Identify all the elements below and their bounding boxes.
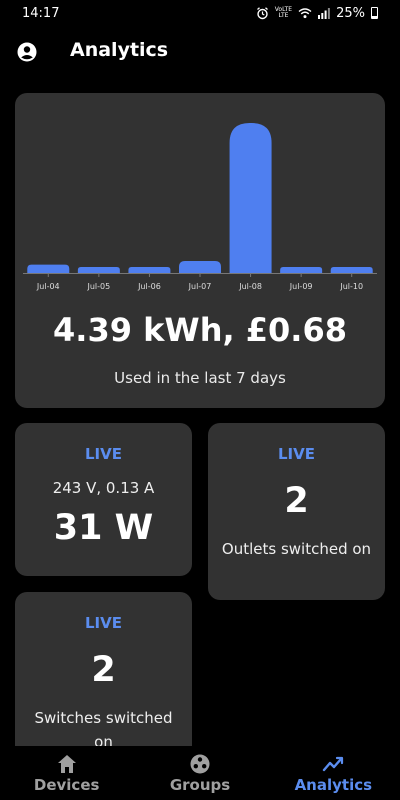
nav-analytics[interactable]: Analytics [267,746,400,800]
page-title: Analytics [70,39,169,61]
trend-icon [323,756,344,772]
status-icons: VoLTE LTE 25% [256,6,378,21]
outlets-count: 2 [284,481,309,521]
home-icon [57,755,76,773]
chart-bar-jul-08 [229,123,272,273]
lte-label: LTE [278,12,289,19]
wifi-icon [298,8,312,19]
voltage-current: 243 V, 0.13 A [52,479,155,497]
groups-icon [190,754,210,774]
status-bar: 14:17 VoLTE LTE 25% [0,0,400,26]
chart-bar-jul-04 [27,264,70,273]
live-badge: LIVE [85,445,122,463]
chart-tick-label: Jul-04 [36,282,60,291]
live-power-card: LIVE 243 V, 0.13 A 31 W [15,423,192,576]
usage-chart-card: Jul-04 Jul-05 Jul-06 Jul-07 Jul-08 Jul-09 Jul-… [15,93,385,408]
chart-bar-jul-09 [280,267,323,273]
nav-groups[interactable]: Groups [133,746,266,800]
chart-bar-jul-10 [330,267,373,273]
bottom-nav: Devices Groups Analytics [0,746,400,800]
chart-bar-jul-05 [77,267,120,273]
chart-tick-label: Jul-07 [188,282,212,291]
nav-analytics-label: Analytics [294,776,373,794]
live-badge: LIVE [278,445,315,463]
switches-count: 2 [91,650,116,690]
chart-tick-label: Jul-09 [289,282,313,291]
nav-groups-label: Groups [169,776,231,794]
alarm-icon [256,6,268,19]
battery-percent: 25% [336,5,365,21]
live-badge: LIVE [85,614,122,632]
signal-icon [318,8,330,19]
nav-devices-label: Devices [33,776,100,794]
chart-tick-label: Jul-10 [339,282,363,291]
battery-icon [371,7,378,19]
usage-subtitle: Used in the last 7 days [114,369,286,387]
chart-tick-label: Jul-05 [86,282,110,291]
power-value: 31 W [53,508,154,548]
chart-bar-jul-07 [179,260,221,273]
outlets-on-card: LIVE 2 Outlets switched on [208,423,385,600]
account-circle-icon[interactable] [17,42,37,62]
app-header: Analytics [0,34,400,68]
chart-tick-label: Jul-08 [238,282,262,291]
usage-bar-chart: Jul-04 Jul-05 Jul-06 Jul-07 Jul-08 Jul-09 Jul-… [23,123,377,291]
status-time: 14:17 [22,5,60,21]
chart-tick-label: Jul-06 [137,282,161,291]
usage-total: 4.39 kWh, £0.68 [53,311,347,349]
outlets-label: Outlets switched on [221,540,372,558]
chart-bar-jul-06 [128,267,171,273]
nav-devices[interactable]: Devices [0,746,133,800]
volte-icon: VoLTE LTE [275,7,292,19]
